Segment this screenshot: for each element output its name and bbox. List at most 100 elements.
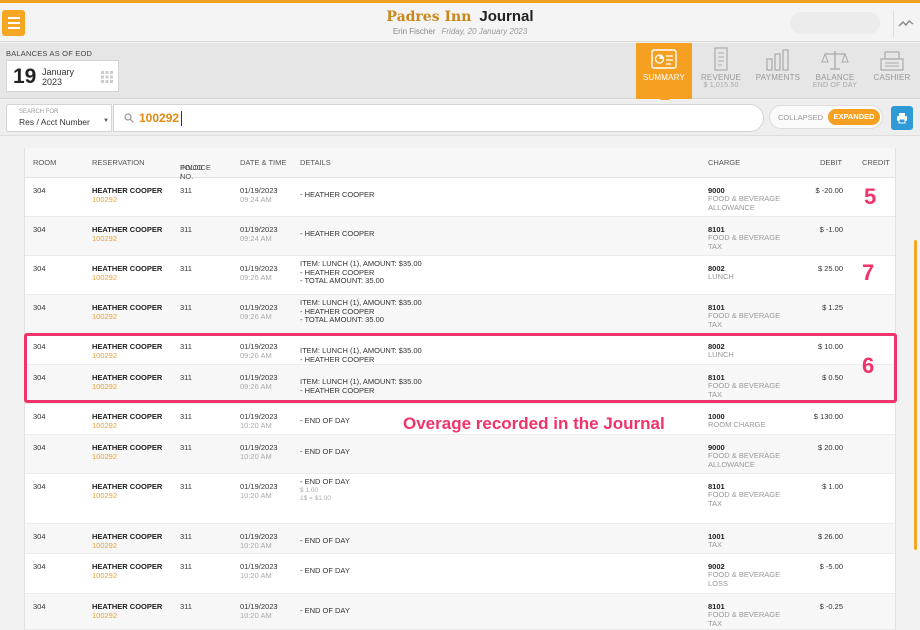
tab-balance[interactable]: BALANCE END OF DAY <box>807 43 863 99</box>
cell-time: 09:26 AM <box>240 273 272 282</box>
cell-guest-name: HEATHER COOPER <box>92 602 163 611</box>
cell-details: - END OF DAY <box>300 536 350 546</box>
search-type-select[interactable]: SEARCH FOR Res / Acct Number ▼ <box>6 104 112 132</box>
table-row[interactable]: 304 HEATHER COOPER 100292 311 01/19/2023 10:2… <box>25 474 895 524</box>
search-bar: SEARCH FOR Res / Acct Number ▼ 100292 CO… <box>0 100 920 136</box>
view-mode-toggle[interactable]: COLLAPSED EXPANDED <box>769 105 883 129</box>
hamburger-menu-button[interactable] <box>2 10 25 36</box>
search-for-caption: SEARCH FOR <box>19 109 59 115</box>
page-title: Journal <box>479 8 534 25</box>
table-row[interactable]: 304 HEATHER COOPER 100292 311 01/19/2023 10:2… <box>25 524 895 554</box>
detail-line: - END OF DAY <box>300 416 350 425</box>
current-date: Friday, 20 January 2023 <box>441 27 528 36</box>
bar-chart-icon <box>766 49 789 71</box>
annotation-5: 5 <box>864 184 877 209</box>
cell-reservation-link[interactable]: 100292 <box>92 273 117 282</box>
annotation-overage: Overage recorded in the Journal <box>403 414 665 433</box>
cell-details: - END OF DAY <box>300 447 350 457</box>
cell-debit: $ 26.00 <box>817 532 843 541</box>
col-reservation: RESERVATION <box>92 158 145 167</box>
cell-time: 09:24 AM <box>240 195 272 204</box>
charge-desc-line: TAX <box>708 319 723 329</box>
detail-subline: $ 1.00 <box>300 486 319 494</box>
col-debit: DEBIT <box>820 158 843 167</box>
cell-reservation-link[interactable]: 100292 <box>92 195 117 204</box>
cell-debit: $ 1.25 <box>822 303 843 312</box>
register-icon <box>880 51 904 71</box>
cell-room: 304 <box>33 225 46 234</box>
cell-date: 01/19/2023 <box>240 412 278 421</box>
tab-revenue[interactable]: REVENUE $ 1,015.50 <box>693 43 749 99</box>
table-row[interactable]: 304 HEATHER COOPER 100292 311 01/19/2023 10:2… <box>25 594 895 630</box>
table-row[interactable]: 304 HEATHER COOPER 100292 311 01/19/2023 09:2… <box>25 178 895 217</box>
cell-details: - END OF DAY $ 1.00 1$ = $1.00 <box>300 477 350 504</box>
cell-room: 304 <box>33 412 46 421</box>
date-picker[interactable]: 19 January 2023 <box>6 60 119 92</box>
cell-room: 304 <box>33 602 46 611</box>
menu-bar-icon <box>7 27 20 29</box>
cell-room: 304 <box>33 532 46 541</box>
cell-debit: $ 25.00 <box>817 264 843 273</box>
cell-invoice: 311 <box>180 482 192 491</box>
header-search-pill[interactable] <box>790 12 880 34</box>
cell-details: - END OF DAY <box>300 566 350 576</box>
cell-invoice: 311 <box>180 443 192 452</box>
expanded-option[interactable]: EXPANDED <box>828 109 880 125</box>
cell-invoice: 311 <box>180 264 192 273</box>
cell-time: 10:20 AM <box>240 571 272 580</box>
table-row[interactable]: 304 HEATHER COOPER 100292 311 01/19/2023 10:2… <box>25 554 895 594</box>
activity-graph-button[interactable] <box>893 11 917 37</box>
table-row[interactable]: 304 HEATHER COOPER 100292 311 01/19/2023 09:2… <box>25 256 895 295</box>
cell-charge-desc: FOOD & BEVERAGE TAX <box>708 233 780 251</box>
cell-reservation-link[interactable]: 100292 <box>92 571 117 580</box>
annotation-6: 6 <box>862 353 875 378</box>
calendar-grid-icon[interactable] <box>100 70 114 84</box>
tab-balance-label: BALANCE <box>815 73 855 82</box>
cell-reservation-link[interactable]: 100292 <box>92 312 117 321</box>
table-row[interactable]: 304 HEATHER COOPER 100292 311 01/19/2023 09:2… <box>25 295 895 334</box>
table-row[interactable]: 304 HEATHER COOPER 100292 311 01/19/2023 10:2… <box>25 435 895 474</box>
cell-reservation-link[interactable]: 100292 <box>92 611 117 620</box>
cell-invoice: 311 <box>180 562 192 571</box>
cell-reservation-link[interactable]: 100292 <box>92 234 117 243</box>
cell-time: 10:20 AM <box>240 541 272 550</box>
cell-details: - HEATHER COOPER <box>300 190 375 200</box>
cell-details: - END OF DAY <box>300 606 350 616</box>
cell-room: 304 <box>33 303 46 312</box>
cell-reservation-link[interactable]: 100292 <box>92 491 117 500</box>
detail-line: - END OF DAY <box>300 606 350 615</box>
detail-line: - END OF DAY <box>300 447 350 456</box>
print-button[interactable] <box>891 106 913 130</box>
charge-desc-line: TAX <box>708 241 723 251</box>
col-room: ROOM <box>33 158 57 167</box>
cell-charge-desc: FOOD & BEVERAGE ALLOWANCE <box>708 194 780 212</box>
search-input[interactable]: 100292 <box>113 104 764 132</box>
menu-bar-icon <box>7 17 20 19</box>
cell-charge-desc: LUNCH <box>708 272 734 282</box>
collapsed-option[interactable]: COLLAPSED <box>778 113 823 122</box>
menu-bar-icon <box>7 22 20 24</box>
cell-date: 01/19/2023 <box>240 482 278 491</box>
cell-charge-desc: FOOD & BEVERAGE LOSS <box>708 570 780 588</box>
scrollbar[interactable] <box>914 240 917 550</box>
table-row[interactable]: 304 HEATHER COOPER 100292 311 01/19/2023 09:2… <box>25 217 895 256</box>
search-query: 100292 <box>139 111 180 125</box>
tab-summary[interactable]: SUMMARY <box>636 43 692 104</box>
cell-reservation-link[interactable]: 100292 <box>92 421 117 430</box>
detail-line: - HEATHER COOPER <box>300 190 375 199</box>
cell-guest-name: HEATHER COOPER <box>92 264 163 273</box>
tab-balance-sub: END OF DAY <box>812 82 858 89</box>
app-name: Padres Inn <box>386 9 472 25</box>
cell-reservation-link[interactable]: 100292 <box>92 541 117 550</box>
tab-cashier[interactable]: CASHIER <box>864 43 920 99</box>
cell-time: 10:20 AM <box>240 421 272 430</box>
cell-reservation-link[interactable]: 100292 <box>92 452 117 461</box>
tab-cashier-label: CASHIER <box>873 73 911 82</box>
tab-payments[interactable]: PAYMENTS <box>750 43 806 99</box>
caret-down-icon: ▼ <box>103 118 109 124</box>
cell-charge-desc: TAX <box>708 540 722 550</box>
cell-debit: $ -0.25 <box>819 602 843 611</box>
charge-desc-line: TAX <box>708 618 723 628</box>
app-header: Padres Inn Journal Erin Fischer Friday, 20… <box>0 3 920 42</box>
charge-desc-line: ALLOWANCE <box>708 202 755 212</box>
